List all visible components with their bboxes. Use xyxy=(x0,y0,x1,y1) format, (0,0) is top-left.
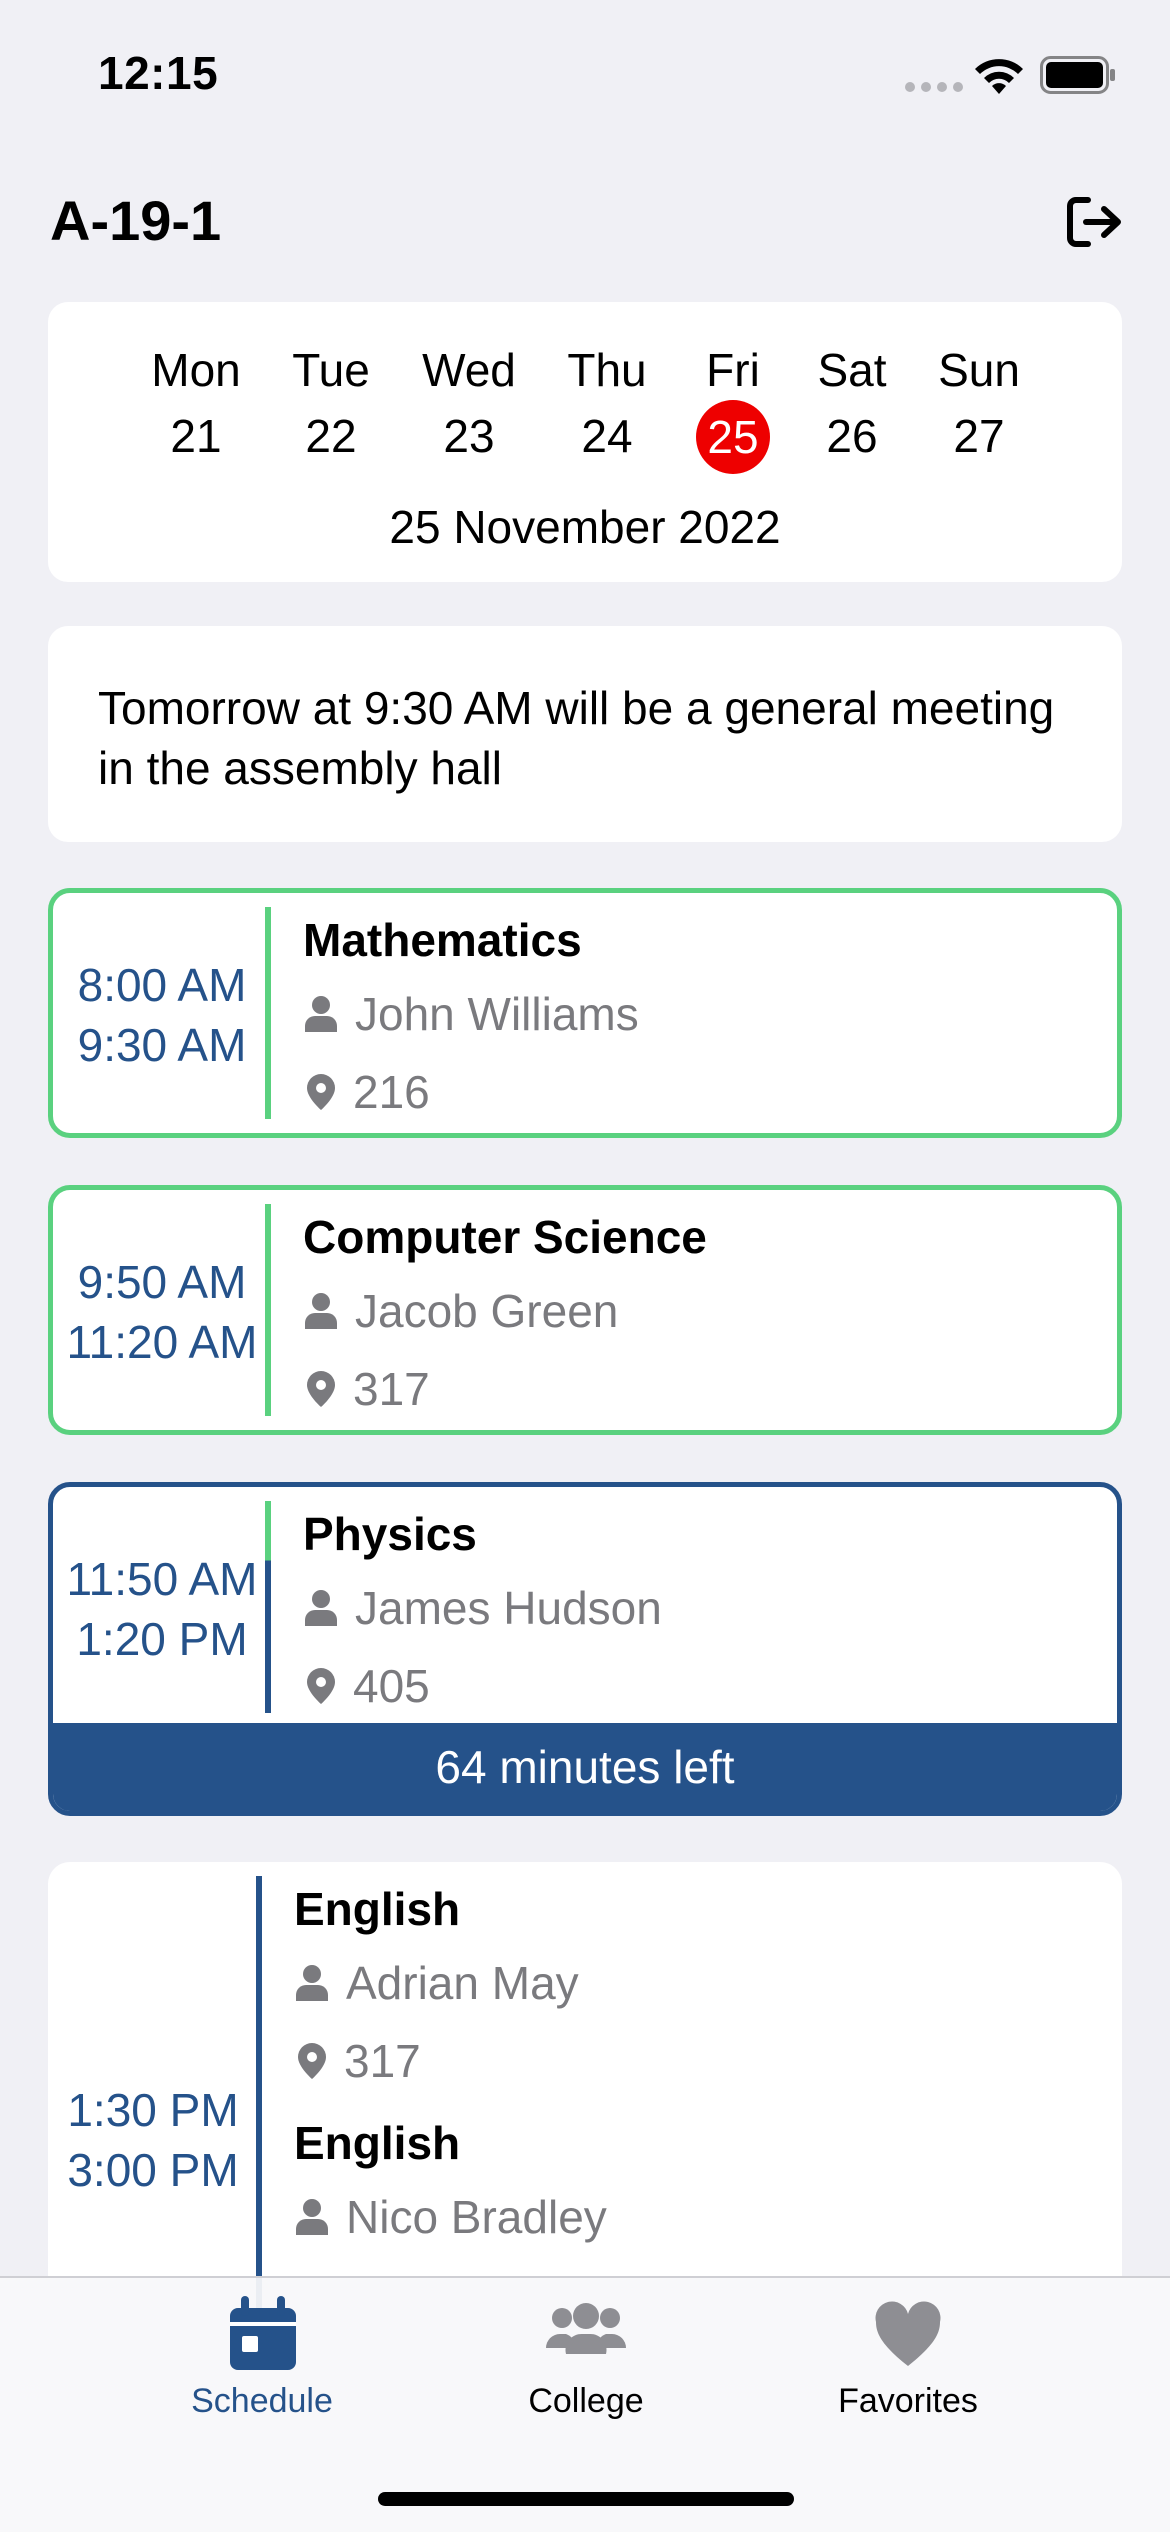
location-pin-icon xyxy=(298,2043,326,2079)
lesson-subject: English xyxy=(294,2117,461,2169)
day-thu[interactable]: Thu 24 xyxy=(547,342,667,464)
day-number: 27 xyxy=(953,410,1005,462)
group-title: A-19-1 xyxy=(50,189,222,252)
heart-icon xyxy=(875,2301,941,2366)
lesson-teacher: Adrian May xyxy=(296,1956,579,2010)
lesson-subject: Physics xyxy=(303,1508,477,1560)
lesson-subject: Computer Science xyxy=(303,1211,707,1263)
lesson-room: 317 xyxy=(307,1362,430,1416)
lesson-room: 405 xyxy=(307,1659,430,1713)
location-pin-icon xyxy=(307,1371,335,1407)
lesson-subject: Mathematics xyxy=(303,914,582,966)
lesson-room: 317 xyxy=(298,2034,421,2088)
lesson-time: 1:30 PM 3:00 PM xyxy=(48,2080,258,2200)
day-name: Fri xyxy=(706,344,760,396)
person-icon xyxy=(296,1965,328,2001)
lesson-teacher: Jacob Green xyxy=(305,1284,618,1338)
notice-text: Tomorrow at 9:30 AM will be a general me… xyxy=(98,682,1055,794)
status-time: 12:15 xyxy=(98,47,219,99)
lesson-room-number: 405 xyxy=(353,1660,430,1712)
person-icon xyxy=(305,996,337,1032)
week-picker: Mon 21 Tue 22 Wed 23 Thu 24 Fri 25 Sat 26 Sun 27 25 N… xyxy=(48,302,1122,582)
day-number: 26 xyxy=(826,410,878,462)
app-root: 12:15 A-19-1 Mon 21 Tue 22 Wed 23 Thu 24 Fri 25 Sa… xyxy=(0,0,1170,2532)
lesson-room-number: 317 xyxy=(353,1363,430,1415)
lesson-room-number: 317 xyxy=(344,2035,421,2087)
people-icon xyxy=(546,2303,626,2354)
battery-icon xyxy=(1040,56,1115,94)
lesson-divider xyxy=(256,1876,262,2342)
lesson-start-time: 11:50 AM xyxy=(66,1553,258,1605)
tab-label: College xyxy=(528,2382,644,2420)
wifi-icon xyxy=(975,59,1023,94)
day-mon[interactable]: Mon 21 xyxy=(136,342,256,464)
day-number: 21 xyxy=(170,410,222,462)
lesson-teacher-name: James Hudson xyxy=(355,1582,662,1634)
tab-label: Favorites xyxy=(838,2382,978,2420)
day-number: 23 xyxy=(443,410,495,462)
logout-icon[interactable] xyxy=(1066,196,1124,248)
day-name: Wed xyxy=(422,344,516,396)
day-name: Thu xyxy=(567,344,647,396)
day-tue[interactable]: Tue 22 xyxy=(271,342,391,464)
day-name: Mon xyxy=(151,344,241,396)
lesson-teacher-name: Nico Bradley xyxy=(346,2191,607,2243)
day-fri[interactable]: Fri 25 xyxy=(673,342,793,474)
tab-bar: Schedule College Favorites xyxy=(0,2276,1170,2532)
lesson-subject: English xyxy=(294,1883,461,1935)
lesson-teacher: John Williams xyxy=(305,987,639,1041)
lesson-divider xyxy=(265,907,271,1119)
lesson-start-time: 8:00 AM xyxy=(77,959,247,1011)
lesson-time: 9:50 AM 11:20 AM xyxy=(53,1252,271,1372)
tab-label: Schedule xyxy=(191,2382,333,2420)
cellular-signal-icon xyxy=(905,82,963,92)
day-number: 22 xyxy=(305,410,357,462)
lesson-card[interactable]: 1:30 PM 3:00 PM English Adrian May 317 E… xyxy=(48,1862,1122,2342)
day-sat[interactable]: Sat 26 xyxy=(792,342,912,464)
lesson-card[interactable]: 9:50 AM 11:20 AM Computer Science Jacob … xyxy=(48,1185,1122,1435)
person-icon xyxy=(305,1293,337,1329)
status-bar: 12:15 xyxy=(0,0,1170,140)
lesson-start-time: 1:30 PM xyxy=(67,2084,239,2136)
calendar-icon xyxy=(230,2296,296,2370)
lesson-end-time: 1:20 PM xyxy=(76,1613,248,1665)
lesson-end-time: 9:30 AM xyxy=(77,1019,247,1071)
lesson-end-time: 11:20 AM xyxy=(66,1316,258,1368)
lesson-teacher-name: Jacob Green xyxy=(355,1285,619,1337)
location-pin-icon xyxy=(307,1668,335,1704)
lesson-card[interactable]: 8:00 AM 9:30 AM Mathematics John William… xyxy=(48,888,1122,1138)
lesson-teacher: Nico Bradley xyxy=(296,2190,607,2244)
time-remaining-bar: 64 minutes left xyxy=(53,1723,1117,1811)
notice-card: Tomorrow at 9:30 AM will be a general me… xyxy=(48,626,1122,842)
lesson-time: 8:00 AM 9:30 AM xyxy=(53,955,271,1075)
lesson-teacher-name: Adrian May xyxy=(346,1957,579,2009)
person-icon xyxy=(296,2199,328,2235)
day-name: Tue xyxy=(292,344,370,396)
lesson-teacher-name: John Williams xyxy=(355,988,639,1040)
lesson-teacher: James Hudson xyxy=(305,1581,662,1635)
lesson-progress-divider xyxy=(265,1501,271,1713)
lesson-card-current[interactable]: 11:50 AM 1:20 PM Physics James Hudson 40… xyxy=(48,1482,1122,1816)
selected-date-label: 25 November 2022 xyxy=(389,501,781,553)
home-indicator xyxy=(378,2492,794,2506)
day-name: Sun xyxy=(938,344,1020,396)
lesson-start-time: 9:50 AM xyxy=(77,1256,247,1308)
lesson-time: 11:50 AM 1:20 PM xyxy=(53,1549,271,1669)
person-icon xyxy=(305,1590,337,1626)
location-pin-icon xyxy=(307,1074,335,1110)
lesson-end-time: 3:00 PM xyxy=(67,2144,239,2196)
day-number-selected: 25 xyxy=(696,400,770,474)
day-wed[interactable]: Wed 23 xyxy=(409,342,529,464)
lesson-divider xyxy=(265,1204,271,1416)
lesson-room-number: 216 xyxy=(353,1066,430,1118)
day-number: 24 xyxy=(581,410,633,462)
day-name: Sat xyxy=(817,344,887,396)
lesson-room: 216 xyxy=(307,1065,430,1119)
day-sun[interactable]: Sun 27 xyxy=(919,342,1039,464)
